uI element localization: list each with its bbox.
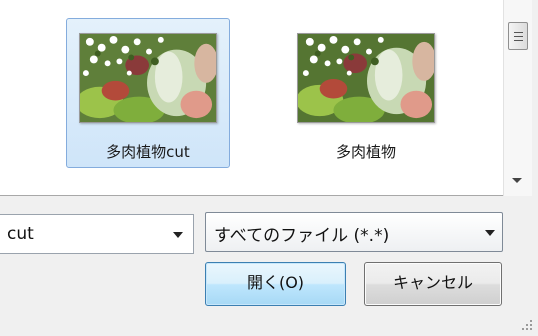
- file-item-succulent[interactable]: 多肉植物: [284, 18, 448, 168]
- open-button[interactable]: 開く(O): [205, 262, 346, 306]
- file-name: 多肉植物cut: [106, 143, 190, 161]
- file-type-value: すべてのファイル (*.*): [214, 226, 390, 246]
- filename-combobox[interactable]: cut: [0, 214, 194, 254]
- chevron-down-icon[interactable]: [173, 232, 183, 238]
- resize-grip-icon[interactable]: [522, 320, 532, 330]
- file-open-dialog: 多肉植物 cut 多肉植物 cut すべてのファイル (*.*) 開く(O) キャ…: [0, 0, 538, 336]
- file-name: 多肉植物: [335, 143, 396, 161]
- file-thumbnail: [297, 33, 435, 123]
- scrollbar-thumb[interactable]: [508, 22, 528, 50]
- file-type-select[interactable]: すべてのファイル (*.*): [205, 212, 503, 252]
- chevron-down-icon[interactable]: [485, 230, 495, 236]
- cancel-button[interactable]: キャンセル: [364, 262, 502, 306]
- grip-line: [514, 32, 523, 33]
- grip-line: [514, 40, 523, 41]
- scroll-down-arrow-icon[interactable]: [512, 178, 522, 183]
- filename-input[interactable]: cut: [7, 224, 34, 244]
- file-thumbnail: [79, 33, 217, 123]
- vertical-scrollbar[interactable]: [503, 0, 532, 196]
- grip-line: [514, 36, 523, 37]
- file-list-view[interactable]: 多肉植物cut 多肉植物: [0, 0, 532, 196]
- file-item-succulent-cut[interactable]: 多肉植物cut: [66, 18, 230, 168]
